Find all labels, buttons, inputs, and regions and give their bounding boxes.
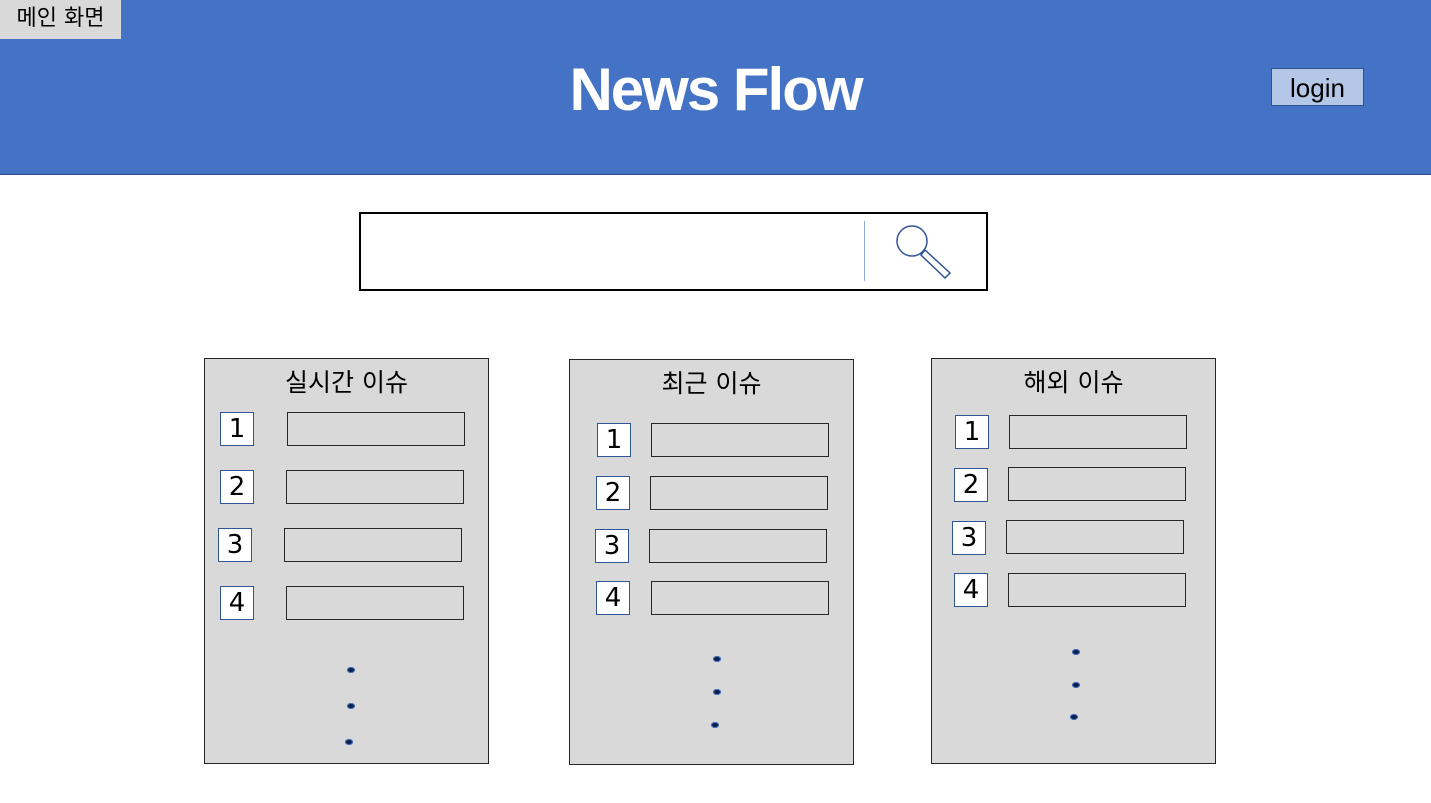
- issue-item-1[interactable]: [1009, 415, 1187, 449]
- issue-item-2[interactable]: [1008, 467, 1186, 501]
- ellipsis-dot: [713, 656, 721, 662]
- ellipsis-dot: [1072, 682, 1080, 688]
- ellipsis-dot: [1070, 714, 1078, 720]
- issue-item-4[interactable]: [286, 586, 464, 620]
- header-bar: 메인 화면 News Flow login: [0, 0, 1431, 175]
- rank-number: 2: [596, 476, 630, 510]
- search-bar: [359, 212, 988, 291]
- panel-title: 해외 이슈: [1023, 368, 1124, 397]
- panel-overseas-issues: 해외 이슈 1 2 3 4: [931, 358, 1216, 764]
- rank-number: 1: [597, 423, 631, 457]
- rank-number: 4: [954, 573, 988, 607]
- search-input[interactable]: [369, 222, 858, 283]
- rank-number: 3: [218, 528, 252, 562]
- ellipsis-dot: [345, 739, 353, 745]
- app-title: News Flow: [569, 56, 863, 123]
- panel-realtime-issues: 실시간 이슈 1 2 3 4: [204, 358, 489, 764]
- login-button[interactable]: login: [1271, 68, 1364, 106]
- ellipsis-dot: [713, 689, 721, 695]
- panel-title: 실시간 이슈: [285, 368, 408, 397]
- rank-number: 2: [954, 468, 988, 502]
- rank-number: 3: [595, 529, 629, 563]
- rank-number: 1: [220, 412, 254, 446]
- issue-item-3[interactable]: [284, 528, 462, 562]
- rank-number: 3: [952, 521, 986, 555]
- issue-item-4[interactable]: [1008, 573, 1186, 607]
- rank-number: 2: [220, 470, 254, 504]
- rank-number: 1: [955, 415, 989, 449]
- issue-item-1[interactable]: [651, 423, 829, 457]
- ellipsis-dot: [347, 703, 355, 709]
- issue-item-2[interactable]: [286, 470, 464, 504]
- panel-title: 최근 이슈: [661, 369, 762, 398]
- issue-item-4[interactable]: [651, 581, 829, 615]
- search-icon[interactable]: [892, 221, 954, 281]
- ellipsis-dot: [347, 667, 355, 673]
- issue-item-2[interactable]: [650, 476, 828, 510]
- main-screen: 메인 화면 News Flow login 실시간 이슈 1 2 3 4 최근 …: [0, 0, 1431, 803]
- ellipsis-dot: [1072, 649, 1080, 655]
- search-divider: [864, 221, 865, 281]
- panel-recent-issues: 최근 이슈 1 2 3 4: [569, 359, 854, 765]
- ellipsis-dot: [711, 722, 719, 728]
- rank-number: 4: [220, 586, 254, 620]
- rank-number: 4: [596, 581, 630, 615]
- issue-item-3[interactable]: [649, 529, 827, 563]
- issue-item-1[interactable]: [287, 412, 465, 446]
- issue-item-3[interactable]: [1006, 520, 1184, 554]
- page-label: 메인 화면: [0, 0, 121, 39]
